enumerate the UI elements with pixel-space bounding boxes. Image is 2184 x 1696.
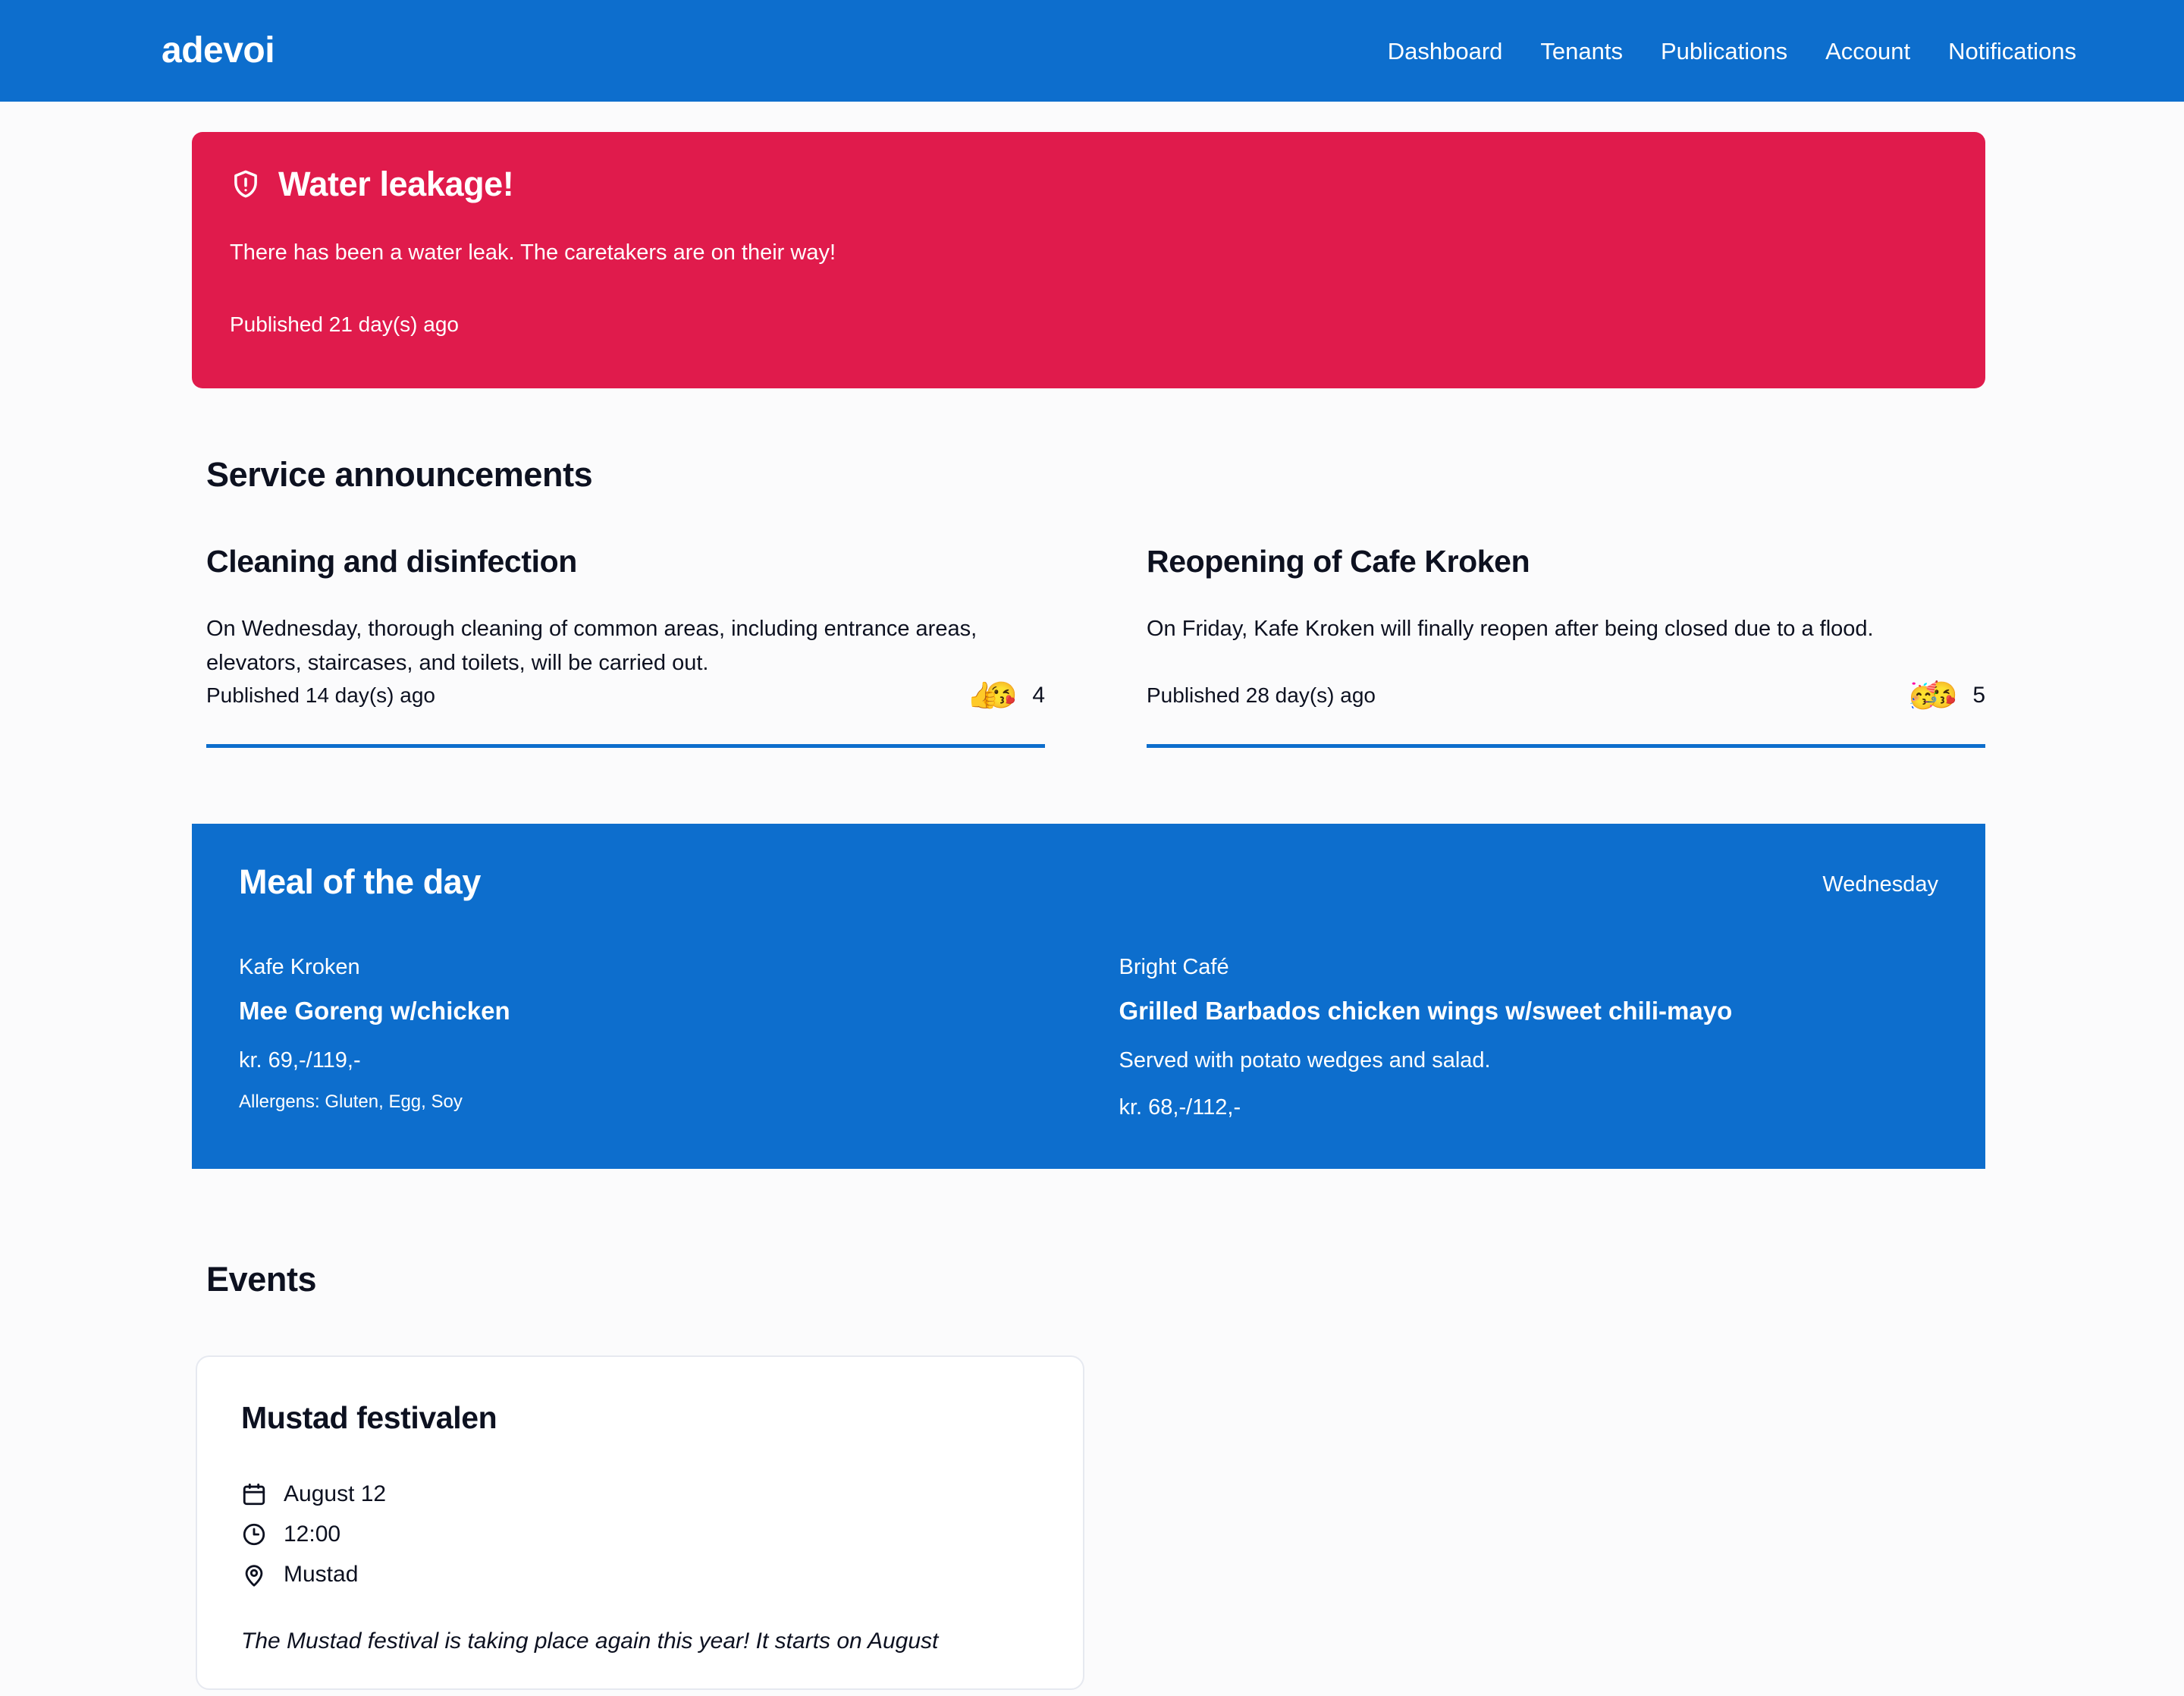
event-card-mustad-festivalen[interactable]: Mustad festivalen August 12 12:00 Mustad…	[196, 1355, 1084, 1691]
announcement-footer: Published 28 day(s) ago 🥳 😘 5	[1147, 680, 1985, 711]
water-leakage-alert: Water leakage! There has been a water le…	[192, 132, 1985, 388]
event-date-row: August 12	[241, 1479, 1039, 1509]
alert-body-text: There has been a water leak. The caretak…	[230, 240, 836, 265]
announcement-title: Reopening of Cafe Kroken	[1147, 544, 1530, 579]
meal-item-bright-cafe: Bright Café Grilled Barbados chicken win…	[1119, 952, 1939, 1123]
meal-item-kafe-kroken: Kafe Kroken Mee Goreng w/chicken kr. 69,…	[239, 952, 1059, 1123]
shield-alert-icon	[234, 170, 257, 198]
announcement-divider	[1147, 744, 1985, 749]
map-pin-icon	[245, 1564, 263, 1587]
announcement-card-cafe-kroken: Reopening of Cafe Kroken On Friday, Kafe…	[1147, 543, 1985, 749]
meal-of-the-day-title: Meal of the day	[239, 862, 482, 902]
partying-face-icon: 🥳	[1907, 681, 1940, 711]
meal-allergens: Allergens: Gluten, Egg, Soy	[239, 1091, 463, 1113]
meal-panel-header: Meal of the day Wednesday	[239, 865, 1938, 899]
announcement-body: On Friday, Kafe Kroken will finally reop…	[1147, 617, 1874, 642]
thumbs-up-icon: 👍	[967, 681, 999, 711]
nav-item-account[interactable]: Account	[1825, 39, 1910, 63]
event-meta: August 12 12:00 Mustad	[241, 1479, 1039, 1589]
event-date: August 12	[284, 1481, 387, 1507]
meal-grid: Kafe Kroken Mee Goreng w/chicken kr. 69,…	[239, 952, 1938, 1123]
announcement-published: Published 28 day(s) ago	[1147, 683, 1376, 708]
nav-item-publications[interactable]: Publications	[1661, 39, 1787, 63]
meal-vendor: Kafe Kroken	[239, 955, 360, 980]
event-location: Mustad	[284, 1562, 359, 1588]
meal-price: kr. 69,-/119,-	[239, 1047, 361, 1073]
alert-header: Water leakage!	[230, 165, 1947, 203]
announcement-published: Published 14 day(s) ago	[206, 683, 435, 708]
meal-price: kr. 68,-/112,-	[1119, 1095, 1241, 1120]
meal-dish: Grilled Barbados chicken wings w/sweet c…	[1119, 996, 1733, 1025]
reactions[interactable]: 🥳 😘 5	[1907, 680, 1985, 711]
reaction-count: 4	[1032, 683, 1045, 708]
meal-of-the-day-panel: Meal of the day Wednesday Kafe Kroken Me…	[192, 824, 1985, 1170]
top-navigation-bar: adevoi Dashboard Tenants Publications Ac…	[0, 0, 2184, 102]
meal-dish: Mee Goreng w/chicken	[239, 996, 510, 1025]
event-location-row: Mustad	[241, 1559, 1039, 1589]
service-announcements-grid: Cleaning and disinfection On Wednesday, …	[206, 543, 1985, 749]
nav-item-notifications[interactable]: Notifications	[1948, 39, 2076, 63]
nav-item-dashboard[interactable]: Dashboard	[1388, 39, 1503, 63]
page-content: Water leakage! There has been a water le…	[0, 132, 2184, 1691]
nav-item-tenants[interactable]: Tenants	[1540, 39, 1623, 63]
announcement-card-cleaning: Cleaning and disinfection On Wednesday, …	[206, 543, 1045, 749]
reaction-emoji-group[interactable]: 🥳 😘	[1907, 680, 1957, 711]
main-nav: Dashboard Tenants Publications Account N…	[1388, 39, 2076, 63]
announcement-title: Cleaning and disinfection	[206, 544, 577, 579]
reaction-count: 5	[1972, 683, 1985, 708]
alert-title: Water leakage!	[278, 165, 514, 203]
event-title: Mustad festivalen	[241, 1400, 497, 1436]
service-announcements-heading: Service announcements	[206, 455, 593, 494]
calendar-icon	[243, 1483, 265, 1505]
meal-description: Served with potato wedges and salad.	[1119, 1047, 1491, 1073]
clock-icon	[243, 1523, 265, 1545]
reaction-emoji-group[interactable]: 👍 😘	[967, 680, 1017, 711]
alert-published-text: Published 21 day(s) ago	[230, 313, 459, 336]
reactions[interactable]: 👍 😘 4	[967, 680, 1045, 711]
event-time: 12:00	[284, 1522, 341, 1547]
events-heading: Events	[206, 1260, 317, 1299]
announcement-body: On Wednesday, thorough cleaning of commo…	[206, 617, 977, 676]
announcement-divider	[206, 744, 1045, 749]
event-time-row: 12:00	[241, 1519, 1039, 1549]
announcement-footer: Published 14 day(s) ago 👍 😘 4	[206, 680, 1045, 711]
meal-day-label: Wednesday	[1822, 872, 1938, 897]
event-description: The Mustad festival is taking place agai…	[241, 1628, 939, 1654]
brand-logo[interactable]: adevoi	[162, 33, 275, 69]
meal-vendor: Bright Café	[1119, 955, 1229, 980]
